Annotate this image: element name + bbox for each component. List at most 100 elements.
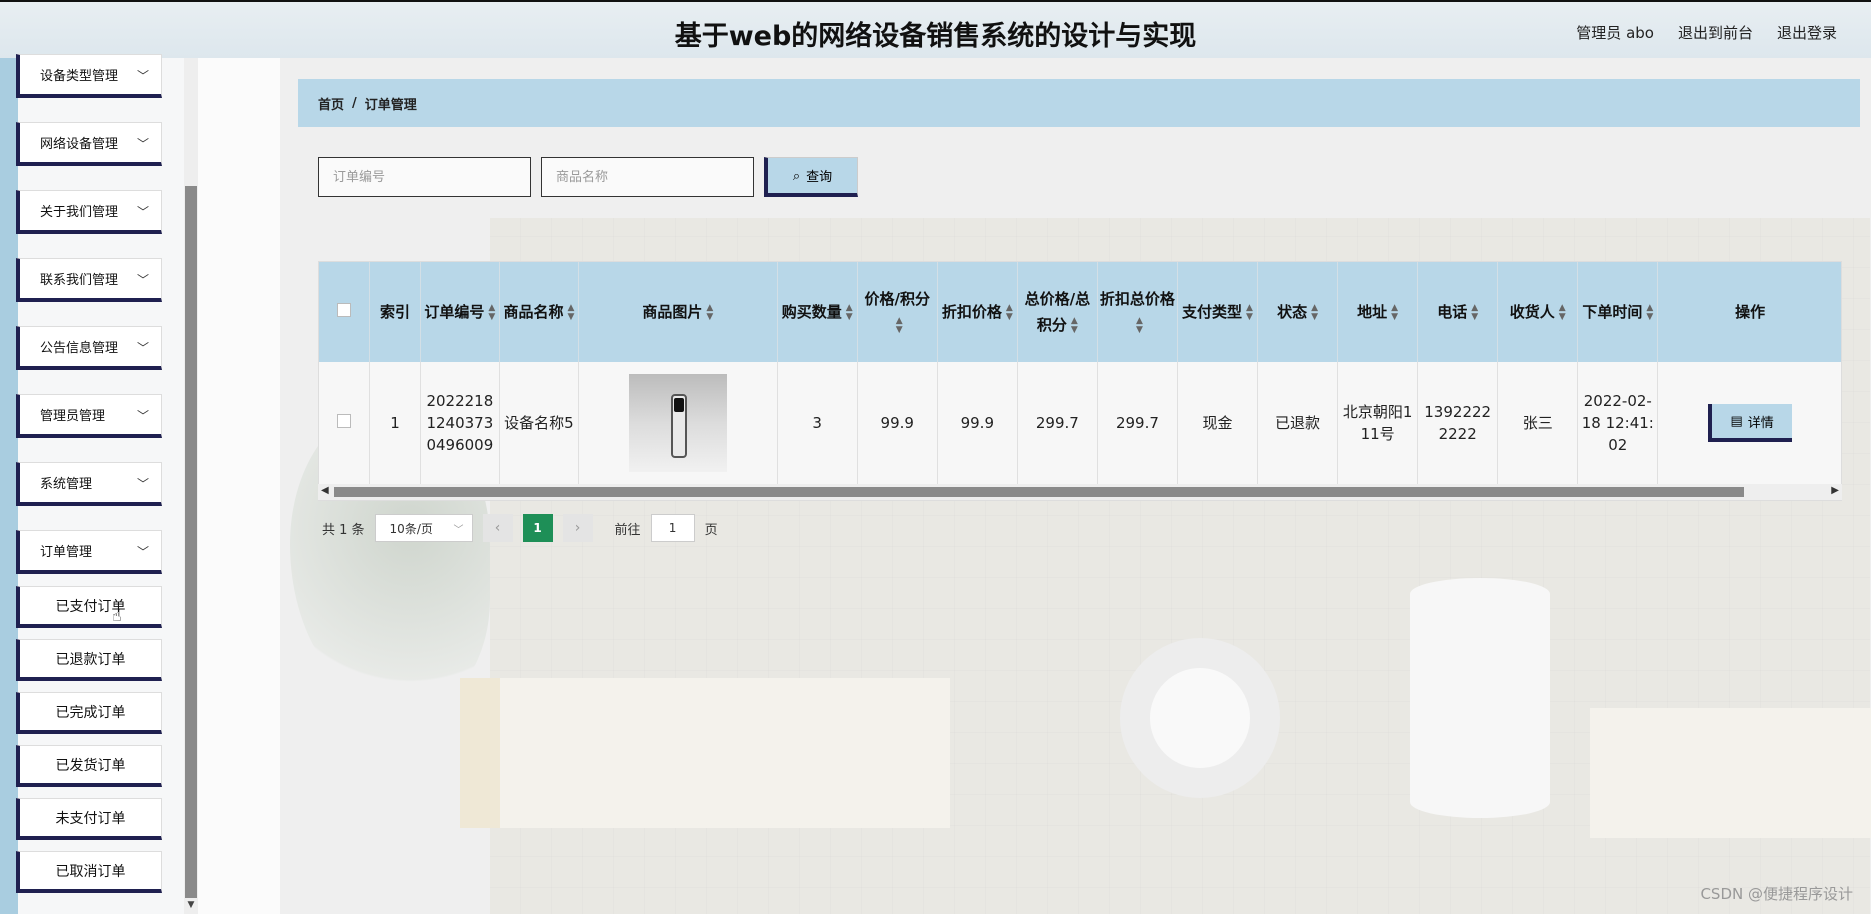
- column-header[interactable]: 收货人 ▲ ▼: [1497, 262, 1579, 362]
- cell-order-time: 2022-02-18 12:41:02: [1577, 362, 1659, 484]
- product-image[interactable]: [628, 374, 727, 472]
- cell-status: 已退款: [1257, 362, 1339, 484]
- search-button-label: 查询: [806, 169, 833, 184]
- search-bar: ⌕ 查询: [318, 157, 858, 197]
- logout-link[interactable]: 退出登录: [1777, 22, 1837, 43]
- sort-icon[interactable]: ▲ ▼: [1471, 303, 1478, 322]
- chevron-down-icon: ﹀: [136, 69, 149, 83]
- scrollbar-thumb[interactable]: [185, 186, 197, 898]
- sort-icon[interactable]: ▲ ▼: [1246, 303, 1253, 322]
- scrollbar-thumb[interactable]: [334, 487, 1744, 497]
- background-block: [1590, 708, 1871, 838]
- column-header[interactable]: 订单编号 ▲ ▼: [420, 262, 500, 362]
- submenu-shipped-orders[interactable]: 已发货订单: [16, 745, 162, 787]
- column-header[interactable]: 支付类型 ▲ ▼: [1177, 262, 1259, 362]
- sort-icon[interactable]: ▲ ▼: [706, 303, 713, 322]
- sort-icon[interactable]: ▲ ▼: [488, 303, 495, 322]
- sort-icon[interactable]: ▲ ▼: [896, 316, 903, 335]
- scroll-left-icon[interactable]: ◀: [321, 485, 329, 496]
- chevron-down-icon: ﹀: [453, 525, 464, 536]
- sort-icon[interactable]: ▲ ▼: [567, 303, 574, 322]
- sidebar-item-label: 关于我们管理: [40, 205, 119, 220]
- column-header[interactable]: 商品图片 ▲ ▼: [578, 262, 778, 362]
- column-header[interactable]: 折扣价格 ▲ ▼: [937, 262, 1018, 362]
- sort-icon[interactable]: ▲ ▼: [1559, 303, 1566, 322]
- chevron-down-icon: ﹀: [136, 545, 149, 559]
- sidebar-item-label: 联系我们管理: [40, 273, 119, 288]
- search-button[interactable]: ⌕ 查询: [764, 157, 858, 197]
- sort-icon[interactable]: ▲ ▼: [1391, 303, 1398, 322]
- sidebar-scrollbar[interactable]: ▼: [184, 58, 198, 914]
- submenu-refunded-orders[interactable]: 已退款订单: [16, 639, 162, 681]
- sidebar-item-device-type[interactable]: 设备类型管理 ﹀: [16, 54, 162, 98]
- product-name-input[interactable]: [541, 157, 754, 197]
- goto-suffix: 页: [704, 522, 718, 538]
- row-checkbox[interactable]: [337, 414, 352, 428]
- submenu-completed-orders[interactable]: 已完成订单: [16, 692, 162, 734]
- prev-page-button[interactable]: ‹: [482, 514, 513, 542]
- watermark: CSDN @便捷程序设计: [1700, 885, 1853, 903]
- column-header[interactable]: 商品名称 ▲ ▼: [499, 262, 579, 362]
- next-page-button[interactable]: ›: [562, 514, 593, 542]
- page-number-button[interactable]: 1: [522, 514, 553, 542]
- order-number-input[interactable]: [318, 157, 531, 197]
- column-header[interactable]: 折扣总价格▲ ▼: [1097, 262, 1178, 362]
- chevron-down-icon: ﹀: [136, 409, 149, 423]
- cell-pay-type: 现金: [1177, 362, 1259, 484]
- page-size-select[interactable]: 10条/页 ﹀: [374, 514, 473, 542]
- cell-price: 99.9: [857, 362, 938, 484]
- background-tape-roll: [1120, 638, 1280, 798]
- column-header: 操作: [1657, 262, 1841, 362]
- sidebar-item-label: 设备类型管理: [40, 69, 119, 84]
- breadcrumb-current: 订单管理: [364, 97, 417, 113]
- column-header[interactable]: 下单时间 ▲ ▼: [1577, 262, 1659, 362]
- sidebar-item-announcements[interactable]: 公告信息管理 ﹀: [16, 326, 162, 370]
- cell-index: 1: [369, 362, 421, 484]
- scroll-right-icon[interactable]: ▶: [1831, 485, 1839, 496]
- column-header[interactable]: 购买数量 ▲ ▼: [777, 262, 858, 362]
- submenu-unpaid-orders[interactable]: 未支付订单: [16, 798, 162, 840]
- breadcrumb-separator: /: [352, 95, 357, 111]
- chevron-down-icon: ﹀: [136, 205, 149, 219]
- submenu-cancelled-orders[interactable]: 已取消订单: [16, 851, 162, 893]
- sort-icon[interactable]: ▲ ▼: [1311, 303, 1318, 322]
- cell-phone: 13922222222: [1417, 362, 1499, 484]
- orders-table: 索引 订单编号 ▲ ▼ 商品名称 ▲ ▼ 商品图片 ▲ ▼ 购买数量 ▲ ▼ 价格/积分▲ ▼ 折…: [318, 261, 1842, 501]
- column-header[interactable]: 电话 ▲ ▼: [1417, 262, 1499, 362]
- cell-receiver: 张三: [1497, 362, 1579, 484]
- cell-actions: ▤ 详情: [1657, 362, 1841, 484]
- sidebar-item-about-us[interactable]: 关于我们管理 ﹀: [16, 190, 162, 234]
- goto-page-input[interactable]: 1: [650, 514, 695, 542]
- scroll-down-icon[interactable]: ▼: [184, 900, 198, 914]
- sort-icon[interactable]: ▲ ▼: [1136, 316, 1143, 335]
- column-header[interactable]: 地址 ▲ ▼: [1337, 262, 1419, 362]
- breadcrumb-home[interactable]: 首页: [318, 94, 344, 113]
- submenu-label: 已发货订单: [55, 757, 126, 774]
- cell-discount-price: 99.9: [937, 362, 1018, 484]
- admin-user-label[interactable]: 管理员 abo: [1576, 22, 1654, 43]
- hand-cursor-icon: ☝: [112, 606, 122, 625]
- sidebar-item-admins[interactable]: 管理员管理 ﹀: [16, 394, 162, 438]
- sort-icon[interactable]: ▲ ▼: [1006, 303, 1013, 322]
- sidebar-item-system[interactable]: 系统管理 ﹀: [16, 462, 162, 506]
- sidebar-item-contact-us[interactable]: 联系我们管理 ﹀: [16, 258, 162, 302]
- back-to-frontend-link[interactable]: 退出到前台: [1678, 22, 1753, 43]
- detail-button-label: 详情: [1747, 414, 1774, 430]
- sidebar-item-network-device[interactable]: 网络设备管理 ﹀: [16, 122, 162, 166]
- column-header[interactable]: 状态 ▲ ▼: [1257, 262, 1339, 362]
- sort-icon[interactable]: ▲ ▼: [846, 303, 853, 322]
- document-icon: ▤: [1730, 413, 1743, 428]
- sort-icon[interactable]: ▲ ▼: [1646, 303, 1653, 322]
- select-all-checkbox[interactable]: [337, 303, 352, 317]
- detail-button[interactable]: ▤ 详情: [1708, 404, 1793, 442]
- sort-icon[interactable]: ▲ ▼: [1071, 316, 1078, 335]
- submenu-paid-orders[interactable]: 已支付订单: [16, 586, 162, 628]
- sidebar-item-orders[interactable]: 订单管理 ﹀: [16, 530, 162, 574]
- table-horizontal-scrollbar[interactable]: ◀ ▶: [318, 484, 1842, 500]
- select-all-cell: [319, 262, 371, 362]
- column-header[interactable]: 价格/积分▲ ▼: [857, 262, 938, 362]
- search-icon: ⌕: [792, 167, 801, 183]
- column-header[interactable]: 总价格/总积分 ▲ ▼: [1017, 262, 1098, 362]
- cell-order-no: 202221812403730496009: [420, 362, 500, 484]
- background-cylinder: [1410, 578, 1550, 818]
